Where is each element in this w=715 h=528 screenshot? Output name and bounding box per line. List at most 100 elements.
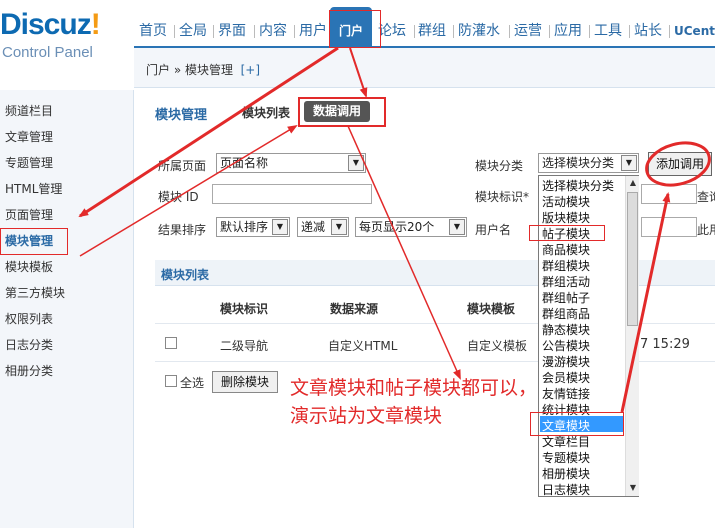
column-header-source: 数据来源 — [330, 302, 379, 316]
row-mark: 二级导航 — [220, 339, 269, 353]
tab-block-list[interactable]: 模块列表 — [242, 104, 290, 121]
annotation-box-post-module — [529, 225, 605, 241]
nav-user[interactable]: 用户 — [299, 16, 327, 46]
select-all-label: 全选 — [180, 376, 205, 390]
sidebar-item-permissions[interactable]: 权限列表 — [5, 310, 53, 327]
logo: Discuz! — [0, 8, 101, 42]
annotation-text: 文章模块和帖子模块都可以，演示站为文章模块 — [290, 377, 538, 427]
dropdown-option[interactable]: 群组模块 — [542, 257, 590, 274]
sort-label: 结果排序 — [158, 223, 207, 237]
right-cut-text: 此用 — [697, 223, 715, 237]
category-label: 模块分类 — [475, 159, 524, 173]
nav-ucenter[interactable]: UCenter — [674, 16, 715, 46]
sort-select[interactable]: 默认排序 ▼ — [216, 217, 290, 237]
dropdown-option[interactable]: 专题模块 — [542, 449, 590, 466]
annotation-box-article-module — [530, 412, 624, 436]
sidebar-item-topic[interactable]: 专题管理 — [5, 154, 53, 171]
chevron-down-icon: ▼ — [621, 155, 637, 171]
dropdown-option[interactable]: 会员模块 — [542, 369, 590, 386]
chevron-down-icon: ▼ — [348, 155, 364, 171]
nav-global[interactable]: 全局 — [179, 16, 207, 46]
dropdown-option[interactable]: 漫游模块 — [542, 353, 590, 370]
scroll-up-icon[interactable]: ▲ — [626, 176, 640, 190]
dropdown-option[interactable]: 静态模块 — [542, 321, 590, 338]
dropdown-option[interactable]: 群组商品 — [542, 305, 590, 322]
page-label: 所属页面 — [158, 159, 207, 173]
dropdown-option[interactable]: 日志模块 — [542, 481, 590, 498]
dropdown-option[interactable]: 商品模块 — [542, 241, 590, 258]
category-select[interactable]: 选择模块分类 ▼ — [538, 153, 639, 173]
add-call-button[interactable]: 添加调用 — [648, 152, 712, 176]
chevron-down-icon: ▼ — [272, 219, 288, 235]
row-time: 7 15:29 — [640, 337, 690, 352]
category-dropdown-list[interactable]: 选择模块分类 活动模块 版块模块 帖子模块 商品模块 群组模块 群组活动 群组帖… — [538, 175, 639, 497]
block-mark-input[interactable] — [641, 184, 697, 204]
per-page-select[interactable]: 每页显示20个 ▼ — [355, 217, 467, 237]
dropdown-option[interactable]: 公告模块 — [542, 337, 590, 354]
dropdown-option[interactable]: 群组帖子 — [542, 289, 590, 306]
mark-label: 模块标识* — [475, 190, 530, 204]
sidebar-item-html[interactable]: HTML管理 — [5, 180, 62, 197]
nav-apps[interactable]: 应用 — [554, 16, 582, 46]
sidebar-item-article[interactable]: 文章管理 — [5, 128, 53, 145]
order-select[interactable]: 递减 ▼ — [297, 217, 349, 237]
dropdown-option[interactable]: 相册模块 — [542, 465, 590, 482]
nav-webmaster[interactable]: 站长 — [634, 16, 662, 46]
block-id-input[interactable] — [212, 184, 372, 204]
chevron-down-icon: ▼ — [449, 219, 465, 235]
nav-forum[interactable]: 论坛 — [378, 16, 406, 46]
logo-bang: ! — [90, 8, 101, 41]
sidebar-item-page[interactable]: 页面管理 — [5, 206, 53, 223]
column-header-template: 模块模板 — [467, 302, 516, 316]
row-template: 自定义模板 — [467, 339, 528, 353]
scroll-down-icon[interactable]: ▼ — [626, 481, 640, 495]
row-source: 自定义HTML — [328, 339, 398, 353]
sidebar-item-block-template[interactable]: 模块模板 — [5, 258, 53, 275]
chevron-down-icon: ▼ — [331, 219, 347, 235]
nav-antispam[interactable]: 防灌水 — [458, 16, 500, 46]
breadcrumb: 门户 » 模块管理 [+] — [134, 48, 715, 88]
dropdown-option[interactable]: 友情链接 — [542, 385, 590, 402]
dropdown-option[interactable]: 版块模块 — [542, 209, 590, 226]
annotation-box-tab — [298, 97, 386, 127]
nav-interface[interactable]: 界面 — [218, 16, 246, 46]
dropdown-option[interactable]: 选择模块分类 — [542, 177, 614, 194]
dropdown-option[interactable]: 活动模块 — [542, 193, 590, 210]
breadcrumb-add-link[interactable]: [+] — [241, 63, 260, 77]
row-checkbox[interactable] — [165, 337, 177, 349]
dropdown-option[interactable]: 群组活动 — [542, 273, 590, 290]
dropdown-scrollbar[interactable]: ▲ ▼ — [625, 176, 639, 496]
order-select-value: 递减 — [301, 220, 326, 234]
page-select-value: 页面名称 — [220, 156, 269, 170]
nav-group[interactable]: 群组 — [418, 16, 446, 46]
annotation-box-portal — [329, 10, 381, 48]
sidebar-item-album-category[interactable]: 相册分类 — [5, 362, 53, 379]
sidebar-item-channel[interactable]: 频道栏目 — [5, 102, 53, 119]
id-label: 模块 ID — [158, 190, 199, 204]
logo-subtitle: Control Panel — [2, 44, 93, 61]
annotation-box-sidebar — [0, 228, 68, 255]
sidebar-item-third-party[interactable]: 第三方模块 — [5, 284, 65, 301]
per-page-select-value: 每页显示20个 — [359, 220, 435, 234]
nav-tools[interactable]: 工具 — [594, 16, 622, 46]
logo-brand: Discuz — [0, 8, 92, 41]
category-select-value: 选择模块分类 — [542, 156, 615, 170]
nav-content[interactable]: 内容 — [259, 16, 287, 46]
username-input[interactable] — [641, 217, 697, 237]
page-select[interactable]: 页面名称 ▼ — [216, 153, 366, 173]
sort-select-value: 默认排序 — [220, 220, 269, 234]
username-label: 用户名 — [475, 223, 512, 237]
sidebar: 频道栏目 文章管理 专题管理 HTML管理 页面管理 模块管理 模块模板 第三方… — [0, 90, 134, 528]
nav-operation[interactable]: 运营 — [514, 16, 542, 46]
select-all-checkbox[interactable] — [165, 375, 177, 387]
top-navigation: 首页 全局 界面 内容 用户 门户 论坛 群组 防灌水 运营 应用 工具 站长 … — [134, 7, 715, 47]
scrollbar-thumb[interactable] — [627, 192, 638, 326]
search-button[interactable]: 查询 — [697, 188, 715, 205]
delete-block-button[interactable]: 删除模块 — [212, 371, 278, 393]
list-section-title: 模块列表 — [161, 268, 210, 282]
breadcrumb-path[interactable]: 门户 » 模块管理 — [146, 63, 233, 77]
nav-home[interactable]: 首页 — [139, 16, 167, 46]
sidebar-item-blog-category[interactable]: 日志分类 — [5, 336, 53, 353]
column-header-mark: 模块标识 — [220, 302, 269, 316]
page-title: 模块管理 — [155, 108, 208, 123]
